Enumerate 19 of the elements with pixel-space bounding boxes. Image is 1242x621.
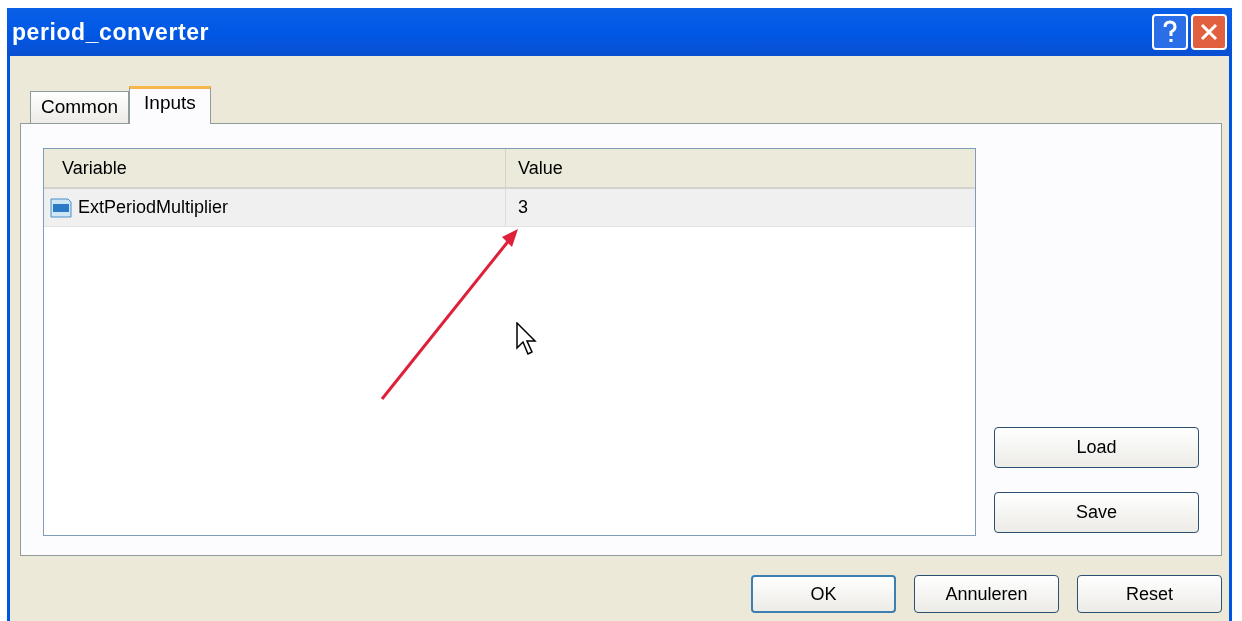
- side-button[interactable]: Load: [994, 427, 1199, 468]
- dialog-button[interactable]: Annuleren: [914, 575, 1059, 613]
- table-row[interactable]: ExtPeriodMultiplier 3: [44, 189, 975, 227]
- close-button[interactable]: [1191, 14, 1227, 50]
- column-header[interactable]: Variable: [44, 149, 506, 187]
- number-variable-icon: [50, 196, 72, 219]
- question-mark-icon: [1162, 20, 1178, 44]
- dialog-button[interactable]: OK: [751, 575, 896, 613]
- tab[interactable]: Common: [30, 91, 130, 123]
- dialog-button[interactable]: Reset: [1077, 575, 1222, 613]
- close-icon: [1199, 22, 1219, 42]
- column-header[interactable]: Value: [506, 149, 971, 187]
- window-title: period_converter: [12, 17, 211, 47]
- tab[interactable]: Inputs: [129, 86, 211, 124]
- table-cell-text: ExtPeriodMultiplier: [78, 196, 229, 219]
- side-button[interactable]: Save: [994, 492, 1199, 533]
- help-button[interactable]: [1152, 14, 1188, 50]
- mouse-pointer-icon: [516, 322, 538, 356]
- table-cell-text: 3: [518, 196, 528, 219]
